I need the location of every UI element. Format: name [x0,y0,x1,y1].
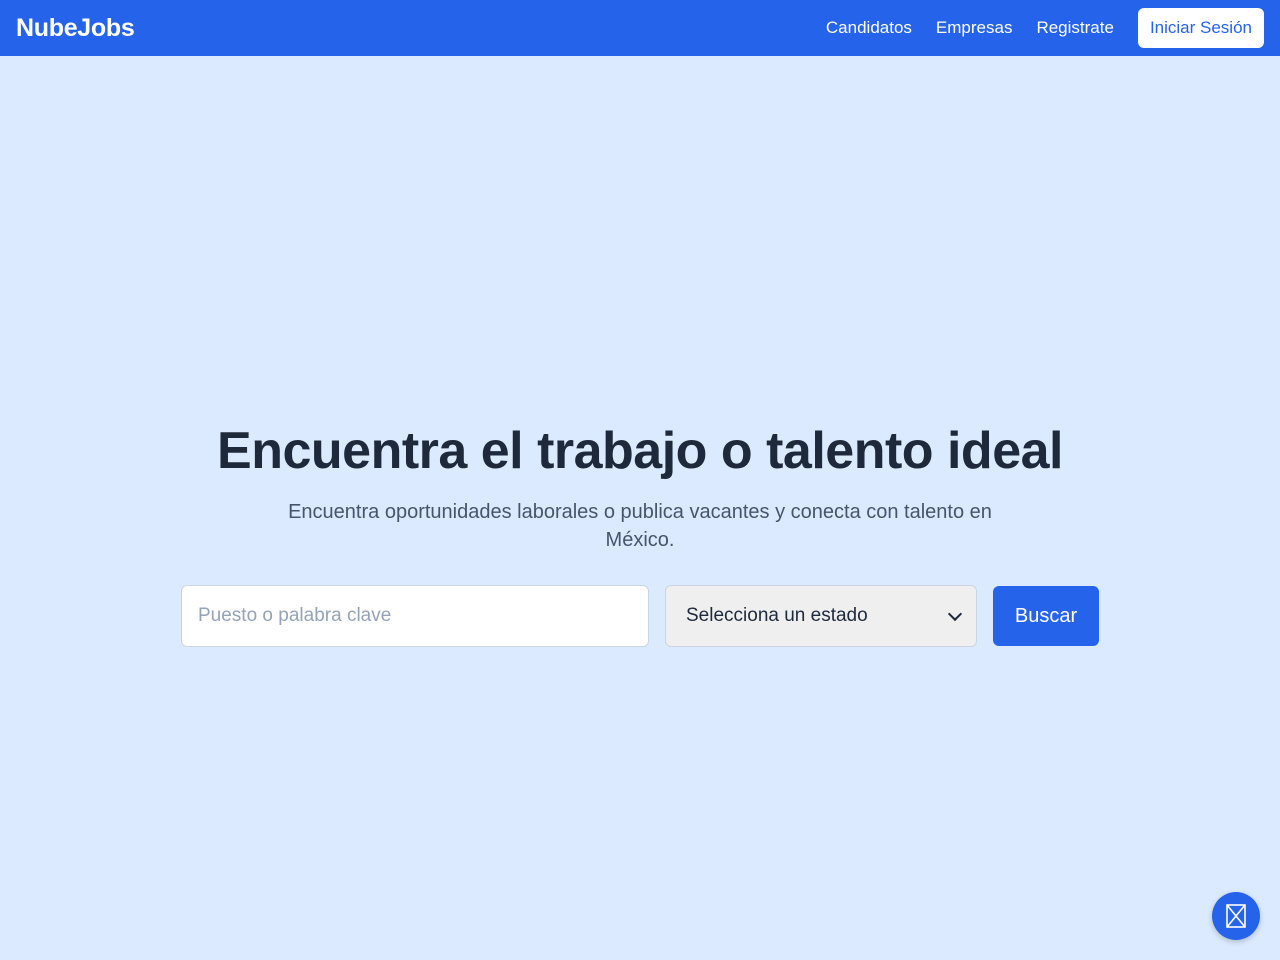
nav-link-registrate[interactable]: Registrate [1036,18,1113,38]
nav-link-candidatos[interactable]: Candidatos [826,18,912,38]
floating-action-button[interactable] [1212,892,1260,940]
state-select-value: Selecciona un estado [686,605,868,626]
navbar: NubeJobs Candidatos Empresas Registrate … [0,0,1280,56]
nav-link-empresas[interactable]: Empresas [936,18,1013,38]
hero-section: Encuentra el trabajo o talento ideal Enc… [0,420,1280,554]
state-select[interactable]: Selecciona un estado [665,585,977,647]
nav-links: Candidatos Empresas Registrate Iniciar S… [802,8,1264,48]
hero-title: Encuentra el trabajo o talento ideal [217,422,1063,480]
login-button[interactable]: Iniciar Sesión [1137,8,1264,48]
hourglass-icon [1226,904,1246,928]
brand-logo[interactable]: NubeJobs [16,14,135,43]
search-form: Selecciona un estado Buscar [181,585,1099,647]
keyword-search-input[interactable] [181,585,649,647]
chevron-down-icon [947,606,963,621]
search-button[interactable]: Buscar [993,586,1099,646]
hero-subtitle: Encuentra oportunidades laborales o publ… [288,501,992,551]
